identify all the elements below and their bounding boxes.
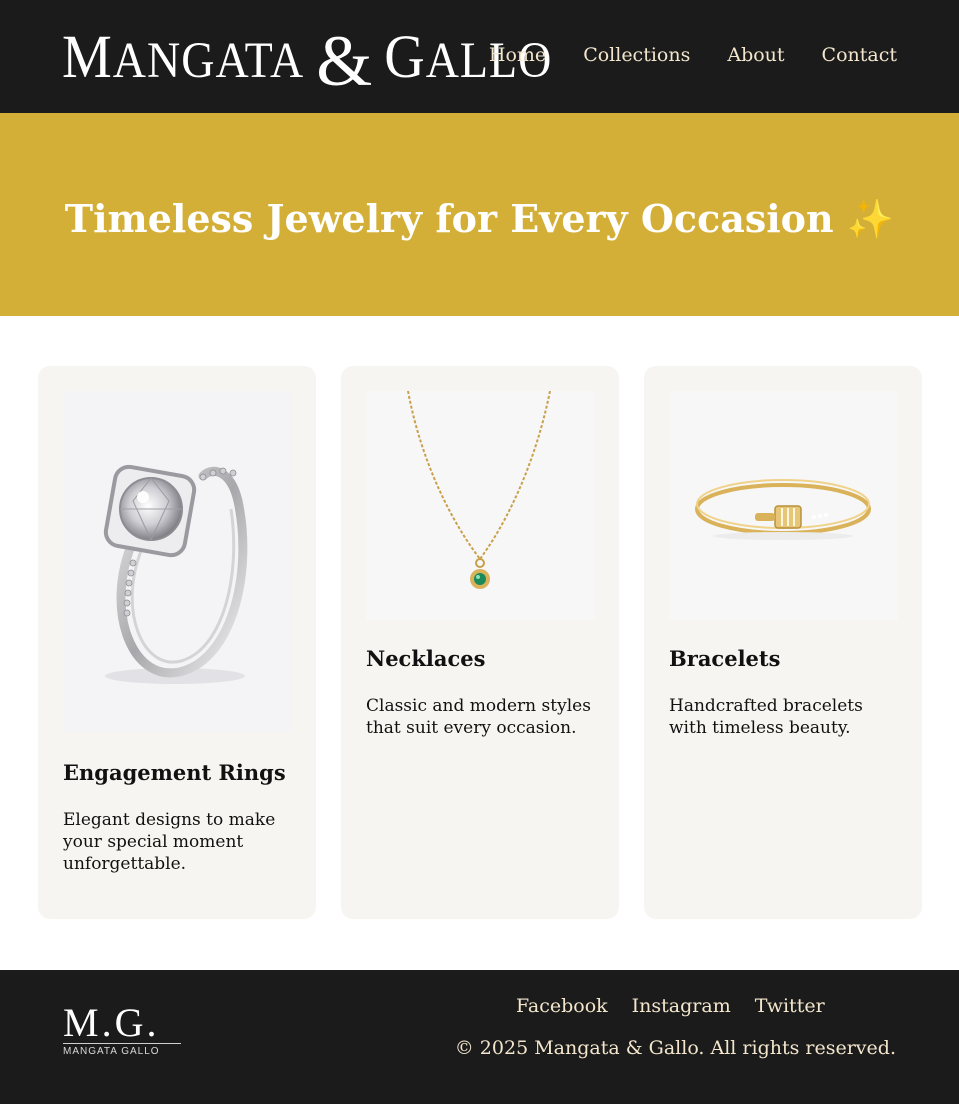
card-title: Bracelets (669, 646, 781, 671)
card-description: Elegant designs to make your special mom… (63, 810, 276, 874)
hero-title: Timeless Jewelry for Every Occasion ✨ (0, 196, 959, 242)
hero-banner: Timeless Jewelry for Every Occasion ✨ (0, 113, 959, 316)
twitter-link[interactable]: Twitter (755, 995, 825, 1017)
site-header: MANGATA & GALLO Home Collections About C… (0, 0, 959, 113)
instagram-link[interactable]: Instagram (632, 995, 731, 1017)
hero-title-text: Timeless Jewelry for Every Occasion (64, 196, 834, 241)
collection-card-engagement-rings[interactable]: Engagement Rings Elegant designs to make… (38, 366, 316, 919)
nav-link-collections[interactable]: Collections (583, 44, 690, 66)
necklace-icon (407, 390, 551, 589)
card-title: Necklaces (366, 646, 486, 671)
brand-logo[interactable]: MANGATA & GALLO (62, 18, 552, 101)
main-nav: Home Collections About Contact (489, 44, 897, 66)
copyright-text: © 2025 Mangata & Gallo. All rights reser… (454, 1037, 896, 1059)
social-links: Facebook Instagram Twitter (516, 995, 825, 1017)
nav-link-home[interactable]: Home (489, 44, 546, 66)
card-description: Classic and modern styles that suit ever… (366, 696, 591, 738)
collection-card-bracelets[interactable]: Bracelets Handcrafted bracelets with tim… (644, 366, 922, 919)
site-footer: M.G. MANGATA GALLO Facebook Instagram Tw… (0, 970, 959, 1104)
ring-product-image[interactable] (63, 391, 292, 732)
card-description: Handcrafted bracelets with timeless beau… (669, 696, 863, 738)
card-title: Engagement Rings (63, 760, 286, 785)
footer-logo-initials: M.G. (63, 1000, 160, 1045)
footer-logo[interactable]: M.G. MANGATA GALLO (63, 1000, 181, 1057)
ring-icon (103, 464, 248, 684)
bracelet-icon (695, 479, 871, 540)
nav-link-contact[interactable]: Contact (822, 44, 897, 66)
nav-link-about[interactable]: About (727, 44, 784, 66)
necklace-product-image[interactable] (366, 390, 595, 620)
sparkles-icon: ✨ (846, 197, 895, 241)
facebook-link[interactable]: Facebook (516, 995, 608, 1017)
bracelet-product-image[interactable] (669, 391, 898, 620)
brand-ampersand: & (316, 21, 373, 101)
footer-logo-subtitle: MANGATA GALLO (63, 1046, 160, 1057)
brand-word-mangata: MANGATA (62, 22, 305, 92)
collection-card-necklaces[interactable]: Necklaces Classic and modern styles that… (341, 366, 619, 919)
